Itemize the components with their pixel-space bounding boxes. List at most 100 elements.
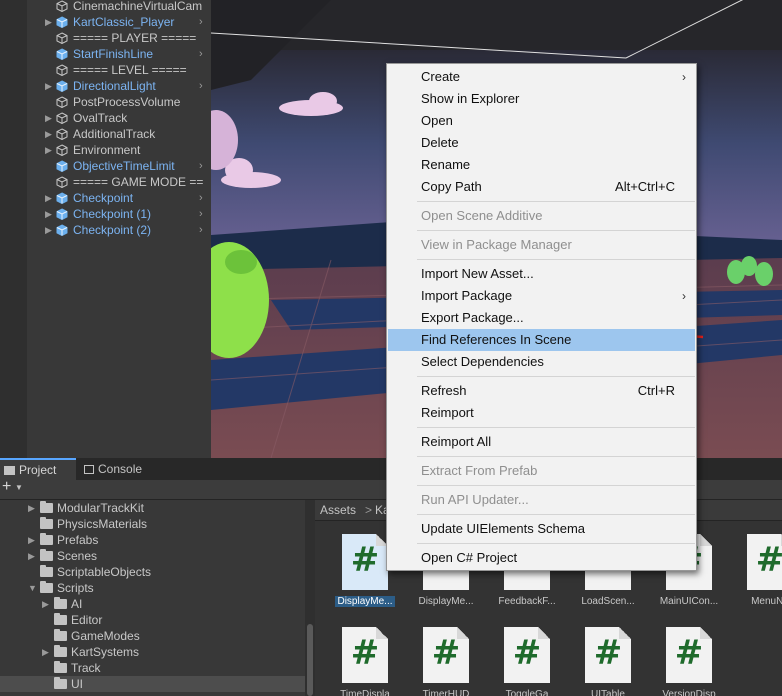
script-asset[interactable]: # TimeDispla [324,627,406,696]
project-folder-tree[interactable]: ▶ ModularTrackKit PhysicsMaterials ▶ Prefabs… [0,500,305,696]
folder-tree-label: UI [71,677,83,691]
context-menu-item[interactable]: Import New Asset... [388,263,695,285]
fold-arrow-icon[interactable]: ▶ [45,126,55,142]
fold-arrow-icon[interactable]: ▼ [28,580,38,596]
menu-item-label: Import Package [421,288,513,303]
hierarchy-item-label: Checkpoint (1) [73,207,152,221]
script-asset[interactable]: # UITable [567,627,649,696]
chevron-down-icon[interactable]: ▼ [15,483,23,492]
fold-arrow-icon[interactable]: ▶ [45,222,55,238]
csharp-script-icon: # [747,534,782,590]
fold-arrow-icon[interactable]: ▶ [45,110,55,126]
hierarchy-item[interactable]: StartFinishLine › [0,46,211,62]
folder-tree-item[interactable]: ▶ Prefabs [0,532,305,548]
context-menu-item[interactable]: Import Package › [388,285,695,307]
context-menu-item[interactable]: Show in Explorer [388,88,695,110]
context-menu-item[interactable]: Refresh Ctrl+R [388,380,695,402]
fold-arrow-icon[interactable]: ▶ [45,78,55,94]
chevron-right-icon[interactable]: › [199,158,203,174]
menu-separator [417,456,695,457]
hierarchy-item[interactable]: ▶ Checkpoint (2) › [0,222,211,238]
folder-tree-label: GameModes [71,629,140,643]
hierarchy-item[interactable]: ▶ DirectionalLight › [0,78,211,94]
script-asset[interactable]: # MenuNa [729,534,782,614]
hierarchy-item[interactable]: ▶ Environment [0,142,211,158]
folder-tree-item[interactable]: ▶ KartSystems [0,644,305,660]
context-menu-item[interactable]: Delete [388,132,695,154]
folder-tree-item[interactable]: PhysicsMaterials [0,516,305,532]
hierarchy-item[interactable]: ▶ Checkpoint (1) › [0,206,211,222]
folder-tree-item[interactable]: ▼ Scripts [0,580,305,596]
hierarchy-item-label: StartFinishLine [73,47,154,61]
csharp-script-icon: # [342,627,388,683]
hierarchy-item[interactable]: ▶ AdditionalTrack [0,126,211,142]
folder-tree-item[interactable]: Track [0,660,305,676]
context-menu-item[interactable]: View in Package Manager [388,234,695,256]
folder-tree-item[interactable]: ▶ Scenes [0,548,305,564]
context-menu-item[interactable]: Copy Path Alt+Ctrl+C [388,176,695,198]
hierarchy-item[interactable]: ===== PLAYER ===== [0,30,211,46]
hierarchy-item[interactable]: CinemachineVirtualCam [0,0,211,14]
context-menu-item[interactable]: Rename [388,154,695,176]
hierarchy-item[interactable]: ▶ OvalTrack [0,110,211,126]
script-asset[interactable]: # ToggleGa [486,627,568,696]
context-menu: Create › Show in Explorer Open Delete Rename C… [386,63,697,571]
hierarchy-item[interactable]: ObjectiveTimeLimit › [0,158,211,174]
hierarchy-item[interactable]: PostProcessVolume [0,94,211,110]
fold-arrow-icon[interactable]: ▶ [42,644,52,660]
context-menu-item[interactable]: Export Package... [388,307,695,329]
context-menu-item[interactable]: Create › [388,66,695,88]
folder-tree-item[interactable]: Editor [0,612,305,628]
cube-outline-icon [56,0,68,12]
folder-icon [40,517,53,529]
tree-scrollbar-thumb[interactable] [307,624,313,696]
context-menu-item[interactable]: Extract From Prefab [388,460,695,482]
hierarchy-item[interactable]: ===== LEVEL ===== [0,62,211,78]
chevron-right-icon[interactable]: › [199,14,203,30]
hierarchy-item[interactable]: ▶ KartClassic_Player › [0,14,211,30]
fold-arrow-icon[interactable]: ▶ [45,206,55,222]
fold-arrow-icon[interactable]: ▶ [28,532,38,548]
context-menu-item[interactable]: Update UIElements Schema [388,518,695,540]
context-menu-item[interactable]: Open [388,110,695,132]
chevron-right-icon[interactable]: › [199,46,203,62]
hierarchy-item[interactable]: ===== GAME MODE == [0,174,211,190]
chevron-right-icon[interactable]: › [199,190,203,206]
fold-arrow-icon[interactable]: ▶ [45,14,55,30]
cube-outline-icon [56,96,68,108]
script-asset[interactable]: # VersionDisp [648,627,730,696]
context-menu-item[interactable]: Reimport All [388,431,695,453]
add-asset-button[interactable]: + [2,478,11,496]
chevron-right-icon[interactable]: › [199,206,203,222]
breadcrumb-assets[interactable]: Assets [320,500,356,520]
folder-tree-item[interactable]: ▶ AI [0,596,305,612]
tab-project-label: Project [19,463,57,477]
context-menu-item[interactable]: Open C# Project [388,547,695,569]
context-menu-item[interactable]: Select Dependencies [388,351,695,373]
folder-tree-item[interactable]: ▶ ModularTrackKit [0,500,305,516]
fold-arrow-icon[interactable]: ▶ [28,548,38,564]
folder-tree-item[interactable]: GameModes [0,628,305,644]
tab-project[interactable]: Project [0,458,76,480]
script-asset[interactable]: # TimerHUD [405,627,487,696]
context-menu-item[interactable]: Find References In Scene [388,329,695,351]
folder-tree-item[interactable]: ScriptableObjects [0,564,305,580]
folder-tree-item[interactable]: UI [0,676,305,692]
fold-arrow-icon[interactable]: ▶ [45,142,55,158]
chevron-right-icon[interactable]: › [199,78,203,94]
context-menu-item[interactable]: Reimport [388,402,695,424]
console-icon [84,465,94,474]
fold-arrow-icon[interactable]: ▶ [42,596,52,612]
chevron-right-icon[interactable]: › [199,222,203,238]
tab-console[interactable]: Console [78,458,158,480]
fold-arrow-icon[interactable]: ▶ [45,190,55,206]
context-menu-item[interactable]: Run API Updater... [388,489,695,511]
script-asset-label: TimeDispla [340,689,390,696]
menu-item-shortcut: Alt+Ctrl+C [615,179,675,194]
context-menu-item[interactable]: Open Scene Additive [388,205,695,227]
menu-separator [417,259,695,260]
cube-prefab-icon [56,48,68,60]
fold-arrow-icon[interactable]: ▶ [28,500,38,516]
hierarchy-item[interactable]: ▶ Checkpoint › [0,190,211,206]
menu-item-label: Copy Path [421,179,482,194]
